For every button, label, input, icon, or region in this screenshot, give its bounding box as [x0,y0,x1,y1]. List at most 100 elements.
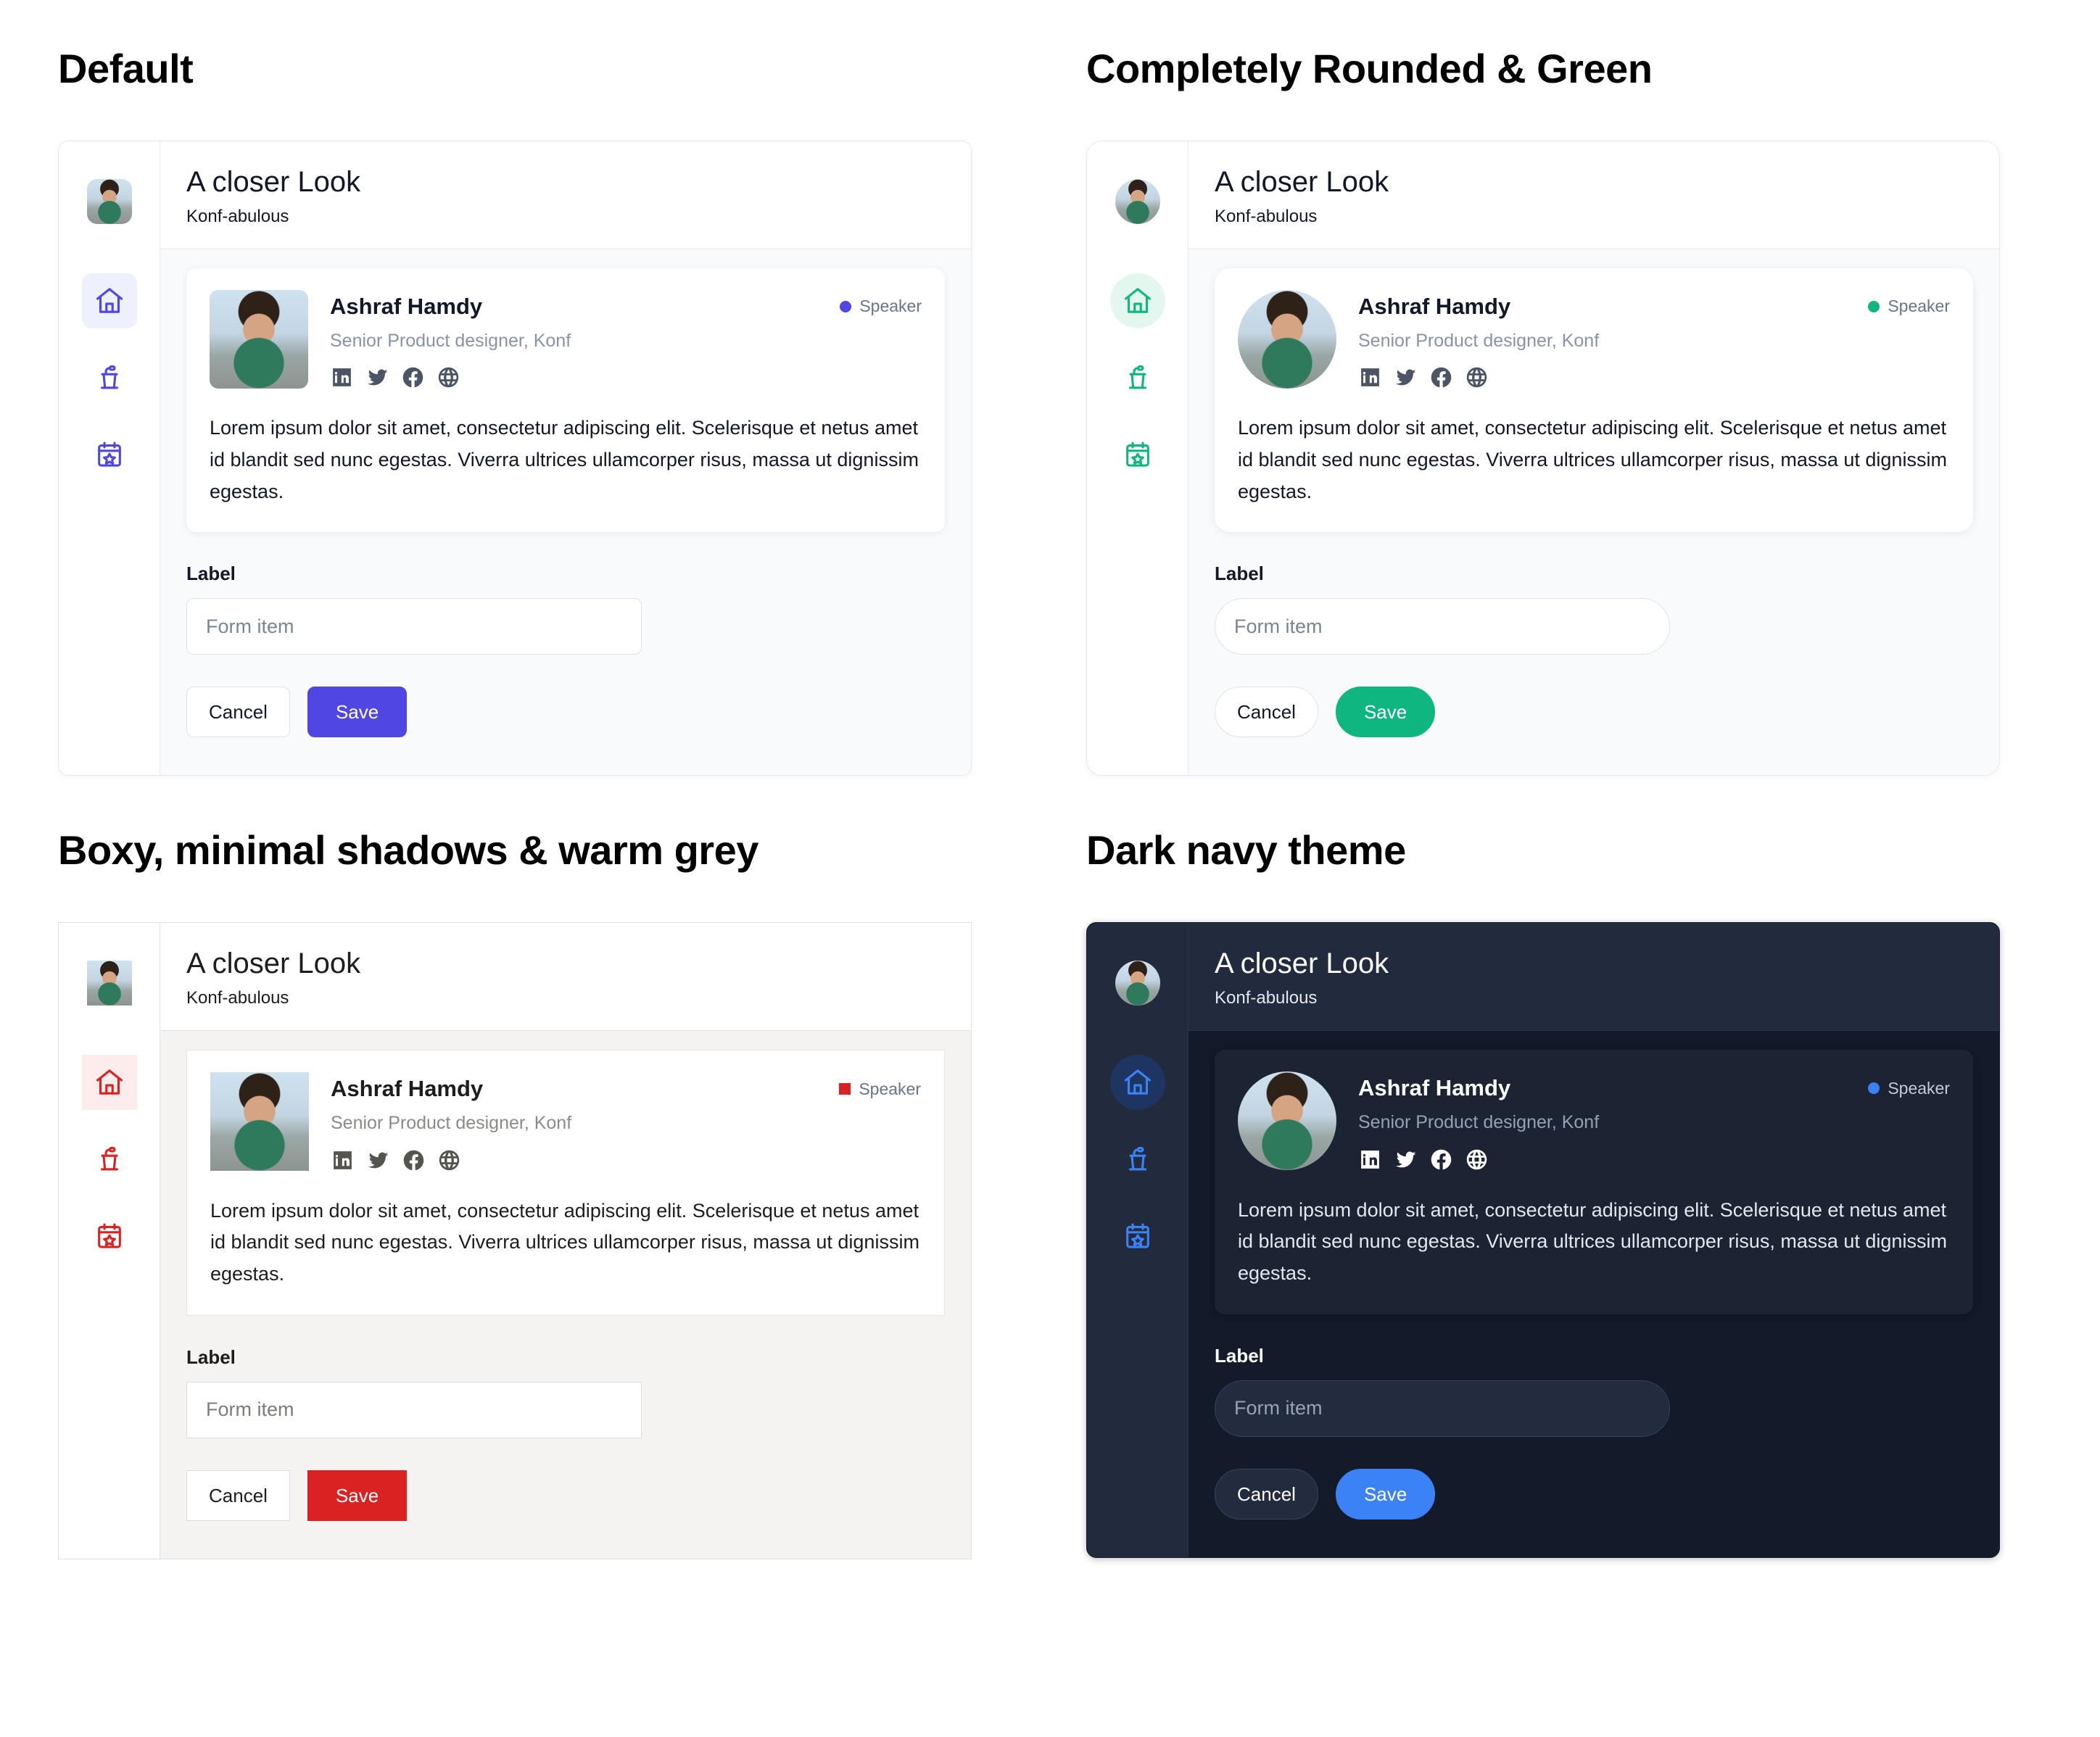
home-icon [94,285,125,317]
app-window: A closer Look Konf-abulous Ashraf Hamdy [1086,140,2000,776]
speaker-role: Senior Product designer, Konf [331,1113,572,1134]
theme-gallery: Default A closer Look Konf-abulous Ashra… [0,0,2100,1606]
avatar[interactable] [86,960,132,1006]
sidebar-item-home[interactable] [81,1054,137,1110]
sidebar-nav [1109,1054,1165,1264]
website-link[interactable] [437,365,460,389]
podium-icon [94,1143,125,1175]
sidebar-item-schedule[interactable] [1110,1209,1165,1264]
linkedin-link[interactable] [330,365,354,389]
app-content: Ashraf Hamdy Speaker Senior Product desi… [160,249,971,776]
form-input[interactable] [1215,598,1670,655]
globe-icon [437,365,460,389]
app-window: A closer Look Konf-abulous Ashraf Hamdy [58,140,972,776]
cancel-button[interactable]: Cancel [186,1469,290,1521]
save-button[interactable]: Save [1335,687,1436,738]
website-link[interactable] [1465,365,1489,389]
linkedin-link[interactable] [1358,365,1382,389]
status-badge: Speaker [1868,297,1950,316]
speaker-photo [210,1071,309,1171]
panel-boxy-warm-grey: Boxy, minimal shadows & warm grey A clos… [58,828,1014,1559]
speaker-bio: Lorem ipsum dolor sit amet, consectetur … [1238,1198,1947,1285]
form-input[interactable] [186,598,642,655]
avatar[interactable] [1115,960,1160,1006]
cancel-button[interactable]: Cancel [1215,687,1318,738]
twitter-icon [1394,1148,1418,1172]
avatar[interactable] [86,178,132,224]
sidebar-item-schedule[interactable] [82,427,137,482]
speaker-info: Ashraf Hamdy Speaker Senior Product desi… [1358,290,1950,390]
save-button[interactable]: Save [307,687,408,738]
app-body: A closer Look Konf-abulous Ashraf Hamdy [160,922,971,1559]
facebook-link[interactable] [1429,365,1453,389]
website-link[interactable] [1465,1148,1489,1172]
save-button[interactable]: Save [307,1469,408,1521]
facebook-link[interactable] [1429,1148,1453,1172]
speaker-card: Ashraf Hamdy Speaker Senior Product desi… [186,1049,945,1316]
form-actions: Cancel Save [1215,687,1973,738]
avatar[interactable] [1115,178,1160,224]
sidebar-item-home[interactable] [1109,273,1165,328]
speaker-bio: Lorem ipsum dolor sit amet, consectetur … [210,1199,919,1285]
speaker-info: Ashraf Hamdy Speaker Senior Product desi… [331,1072,921,1172]
globe-icon [437,1148,461,1172]
sidebar-nav [81,1054,137,1264]
sidebar-item-sessions[interactable] [82,350,137,405]
podium-icon [1122,362,1154,394]
form-label: Label [1215,1344,1264,1367]
sidebar-item-sessions[interactable] [82,1132,137,1187]
home-icon [94,1066,125,1098]
globe-icon [1465,1148,1489,1172]
linkedin-icon [330,365,354,389]
panel-title: Completely Rounded & Green [1086,46,1653,91]
status-badge-label: Speaker [859,1079,921,1098]
home-icon [1122,1066,1154,1098]
panel-default: Default A closer Look Konf-abulous Ashra… [58,46,1014,776]
speaker-card: Ashraf Hamdy Speaker Senior Product desi… [1215,1049,1973,1314]
speaker-name-row: Ashraf Hamdy Speaker [1358,294,1950,319]
app-body: A closer Look Konf-abulous Ashraf Hamdy [1189,922,1999,1557]
page-subtitle: Konf-abulous [1215,987,1318,1008]
linkedin-link[interactable] [1358,1148,1382,1172]
sidebar-item-sessions[interactable] [1110,1132,1165,1187]
form-actions: Cancel Save [186,687,945,738]
form-input[interactable] [1215,1380,1670,1437]
speaker-bio: Lorem ipsum dolor sit amet, consectetur … [1238,417,1947,502]
sidebar-item-schedule[interactable] [82,1209,137,1264]
sidebar-item-schedule[interactable] [1110,427,1165,482]
twitter-icon [365,365,389,389]
panel-title: Dark navy theme [1086,827,1406,874]
cancel-button[interactable]: Cancel [186,687,290,738]
app-header: A closer Look Konf-abulous [1189,922,1999,1031]
facebook-icon [402,1148,426,1172]
save-button[interactable]: Save [1335,1468,1436,1520]
speaker-info: Ashraf Hamdy Speaker Senior Product desi… [1358,1071,1950,1172]
social-links [1358,365,1950,389]
twitter-link[interactable] [365,365,389,389]
speaker-name-row: Ashraf Hamdy Speaker [330,294,922,319]
facebook-link[interactable] [402,1148,426,1172]
linkedin-link[interactable] [331,1148,355,1172]
speaker-card: Ashraf Hamdy Speaker Senior Product desi… [1215,268,1973,533]
speaker-name: Ashraf Hamdy [1358,1074,1511,1100]
podium-icon [94,362,125,394]
twitter-link[interactable] [1394,365,1418,389]
social-links [1358,1148,1950,1172]
facebook-link[interactable] [401,365,425,389]
status-badge: Speaker [1868,1079,1950,1098]
sidebar-nav [81,273,137,482]
form-input[interactable] [186,1381,642,1438]
cancel-button[interactable]: Cancel [1215,1468,1318,1520]
page-title: A closer Look [186,947,361,979]
sidebar-item-home[interactable] [1109,1054,1165,1110]
twitter-link[interactable] [1394,1148,1418,1172]
status-badge-label: Speaker [859,297,922,316]
sidebar-item-home[interactable] [81,273,137,328]
home-icon [1122,285,1154,317]
sidebar-item-sessions[interactable] [1110,350,1165,405]
website-link[interactable] [437,1148,461,1172]
calendar-star-icon [1122,439,1154,470]
twitter-link[interactable] [366,1148,390,1172]
page-title: A closer Look [186,165,361,198]
status-badge: Speaker [839,1079,921,1099]
